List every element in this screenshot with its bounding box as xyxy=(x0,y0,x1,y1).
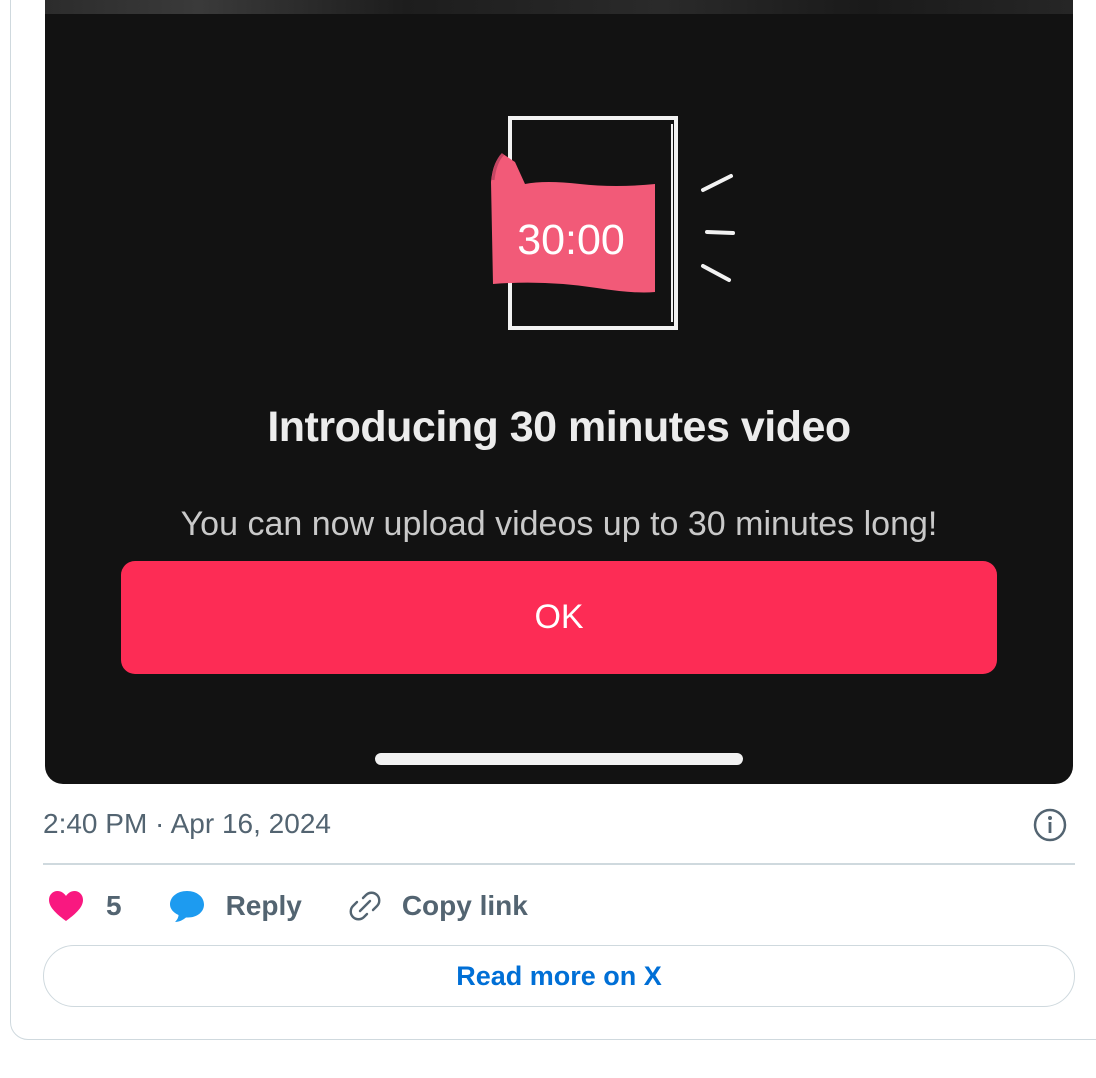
like-count: 5 xyxy=(106,890,122,921)
promo-subtext: You can now upload videos up to 30 minut… xyxy=(180,505,938,543)
tweet-media-screenshot[interactable]: 30:00 Introducing 30 minutes video You c… xyxy=(45,0,1073,784)
copy-link-label: Copy link xyxy=(401,890,528,921)
promo-headline: Introducing 30 minutes video xyxy=(267,403,851,451)
divider xyxy=(43,863,1075,865)
reply-label: Reply xyxy=(225,890,302,921)
copy-link-button[interactable]: Copy link xyxy=(348,889,528,923)
like-button[interactable]: 5 xyxy=(48,890,122,922)
info-icon[interactable] xyxy=(1032,807,1068,843)
media-top-strip xyxy=(45,0,1073,14)
link-icon xyxy=(349,891,381,921)
tweet-actions: 5 Reply Copy link xyxy=(48,882,574,930)
ok-button[interactable]: OK xyxy=(121,561,997,674)
reply-button[interactable]: Reply xyxy=(168,889,302,923)
timer-phone-illustration: 30:00 xyxy=(491,116,735,330)
timer-text: 30:00 xyxy=(517,216,625,264)
read-more-on-x-button[interactable]: Read more on X xyxy=(43,945,1075,1007)
home-indicator xyxy=(375,753,743,765)
tweet-timestamp[interactable]: 2:40 PM · Apr 16, 2024 xyxy=(43,808,331,840)
heart-icon xyxy=(49,891,83,921)
speech-bubble-icon xyxy=(169,891,204,922)
